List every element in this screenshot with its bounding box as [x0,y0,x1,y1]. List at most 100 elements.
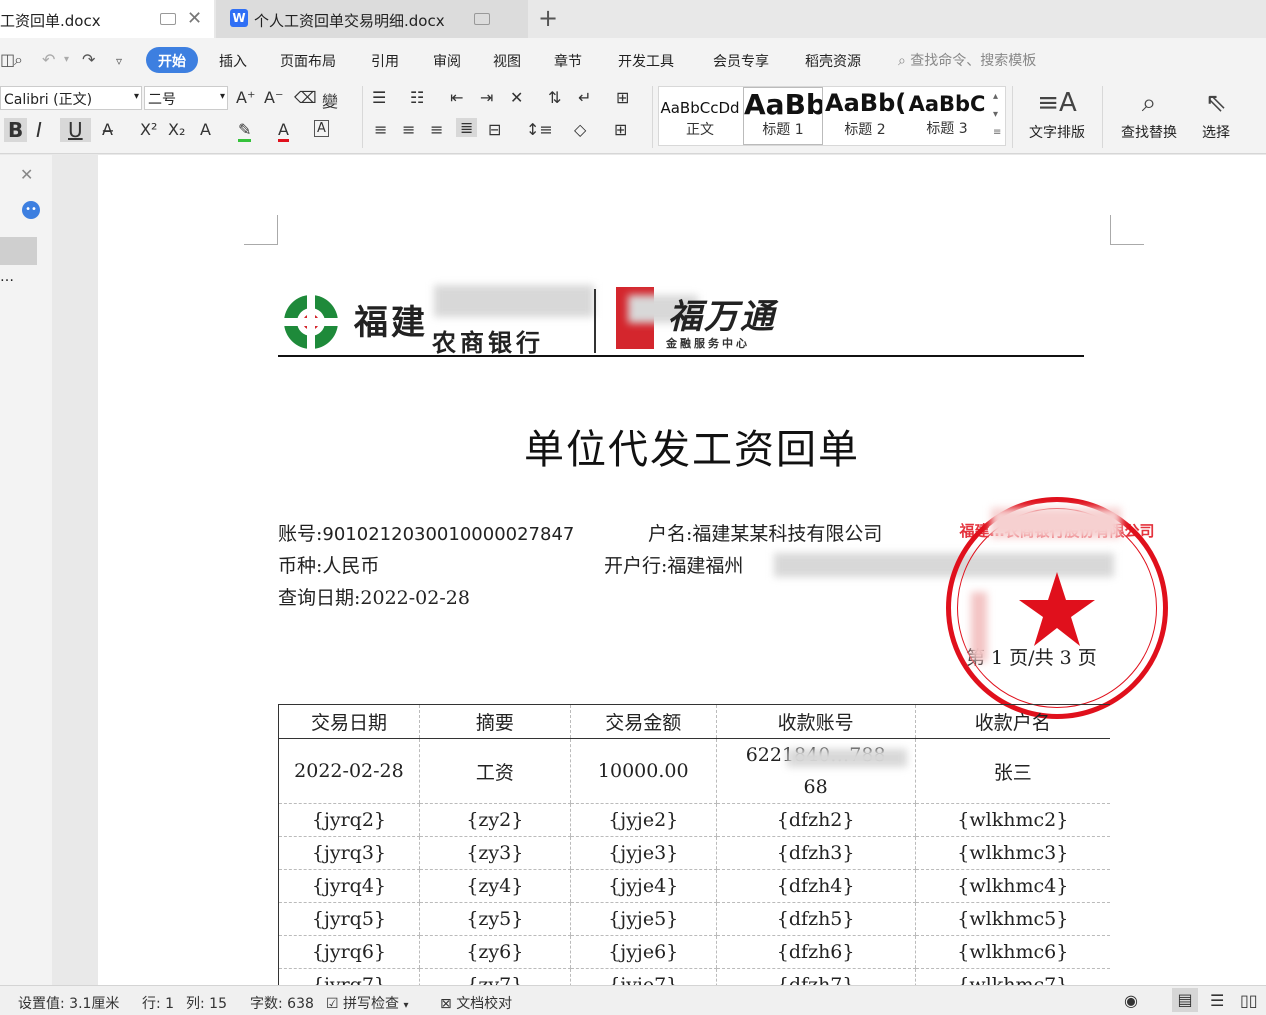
strikethrough-icon[interactable]: A̶ [102,120,113,139]
tab-salary-receipt[interactable]: 工资回单.docx ✕ [0,0,214,38]
italic-icon[interactable]: I [36,118,42,142]
monitor-icon[interactable] [474,13,490,25]
page-view-icon[interactable]: ▤ [1172,988,1198,1012]
menu-member[interactable]: 会员专享 [713,51,769,71]
company-seal: 福建…农商银行股份有限公司 [946,497,1168,719]
customize-qa-icon[interactable]: ▿ [116,54,122,68]
menu-developer[interactable]: 开发工具 [618,51,674,71]
justify-icon[interactable]: ≣ [456,118,478,137]
table-row: {jyrq7} {zy7} {jyje7} {dfzh7} {wlkhmc7} [278,968,1110,985]
numbering-icon[interactable]: ☷ [410,88,424,107]
font-color-icon[interactable]: A [278,120,289,142]
menu-home[interactable]: 开始 [146,47,198,73]
close-tab-icon[interactable]: ✕ [187,8,202,29]
underline-icon[interactable]: U [60,118,91,142]
ribbon: Calibri (正文) ▾ 二号 ▾ A⁺ A⁻ ⌫ 變 B I U A̶ X… [0,82,1266,154]
bold-icon[interactable]: B [4,118,28,142]
close-pane-icon[interactable]: ✕ [20,165,33,184]
distribute-icon[interactable]: ⊟ [488,120,501,139]
chinese-layout-icon[interactable]: ✕ [510,88,523,107]
style-heading-1[interactable]: AaBb 标题 1 [743,87,823,145]
nav-selected-item[interactable] [0,237,37,265]
print-preview-icon[interactable]: ◫ [0,50,15,69]
clear-format-icon[interactable]: ⌫ [294,88,317,107]
decrease-indent-icon[interactable]: ⇤ [450,88,463,107]
align-center-icon[interactable]: ≡ [402,120,415,139]
text-layout-icon: ≡A [1037,88,1077,118]
menu-docer[interactable]: 稻壳资源 [805,51,861,71]
tab-stops-icon[interactable]: ⊞ [616,88,629,107]
line-spacing-icon[interactable]: ↕≡ [526,120,553,139]
pane-toggle-icon[interactable]: •• [22,201,40,219]
phonetic-guide-icon[interactable]: 變 [322,88,338,112]
find-replace-button[interactable]: ⌕ 查找替换 [1112,88,1186,142]
font-size-select[interactable]: 二号 ▾ [144,86,228,110]
wps-writer-icon: W [230,9,248,27]
chevron-down-icon[interactable]: ▾ [64,54,69,65]
cell-amount: {jyje7} [569,968,717,985]
style-sample: AaBbC [908,92,986,116]
cell-account: {dfzh3} [715,836,916,870]
style-expand-icon[interactable]: ≡ [993,127,1001,138]
menu-page-layout[interactable]: 页面布局 [280,51,336,71]
superscript-icon[interactable]: X² [140,120,157,139]
align-left-icon[interactable]: ≡ [374,120,387,139]
text-layout-button[interactable]: ≡A 文字排版 [1020,88,1094,142]
style-sample: AaBb [744,88,822,121]
menu-references[interactable]: 引用 [371,51,399,71]
borders-icon[interactable]: ⊞ [614,120,627,139]
select-button[interactable]: ⇖ 选择 [1192,88,1240,142]
font-name-select[interactable]: Calibri (正文) ▾ [0,86,142,110]
style-normal[interactable]: AaBbCcDd 正文 [659,87,741,145]
column-header: 摘要 [418,704,571,739]
bank-logo-icon [278,291,344,353]
tab-personal-salary-detail[interactable]: W 个人工资回单交易明细.docx [216,0,528,38]
style-name: 标题 3 [926,121,968,137]
currency-label: 币种: [278,555,323,577]
sort-icon[interactable]: ⇅ [548,88,561,107]
undo-icon[interactable]: ↶ [42,50,55,69]
char-border-icon[interactable]: A [314,120,329,137]
shrink-font-icon[interactable]: A⁻ [264,88,283,107]
currency-line: 币种:人民币 [278,551,379,578]
cell-summary: {zy6} [418,935,571,969]
style-scroll-up-icon[interactable]: ▴ [993,91,998,102]
reading-view-icon[interactable]: ▯▯ [1240,991,1258,1010]
status-word-count[interactable]: 字数: 638 [250,993,314,1013]
select-label: 选择 [1202,125,1230,141]
highlight-icon[interactable]: ✎ [238,120,252,142]
nav-item-truncated[interactable]: … [0,269,14,285]
new-tab-icon[interactable]: + [538,4,558,32]
account-value: 901021203001000002784 [322,524,563,545]
menu-view[interactable]: 视图 [493,51,521,71]
style-scroll-down-icon[interactable]: ▾ [993,109,998,120]
menu-review[interactable]: 审阅 [433,51,461,71]
style-heading-3[interactable]: AaBbC 标题 3 [907,87,987,145]
proofread-label: 文档校对 [456,996,513,1012]
shading-icon[interactable]: ◇ [574,120,586,139]
style-heading-2[interactable]: AaBb( 标题 2 [825,87,905,145]
cell-account: {dfzh2} [715,803,916,837]
document-page[interactable]: 福建 农商银行 福万通 金融服务中心 单位代发工资回单 账号:901021203… [98,155,1266,985]
subscript-icon[interactable]: X₂ [168,120,185,139]
status-setting[interactable]: 设置值: 3.1厘米 [18,993,119,1013]
command-search[interactable]: ⌕ 查找命令、搜索模板 [898,50,1036,70]
bullets-icon[interactable]: ☰ [372,88,386,107]
increase-indent-icon[interactable]: ⇥ [480,88,493,107]
search-preview-icon[interactable]: ⌕ [14,50,23,70]
star-icon [1019,572,1095,646]
eye-protection-icon[interactable]: ◉ [1124,991,1138,1010]
cell-name: {wlkhmc2} [914,803,1110,837]
grow-font-icon[interactable]: A⁺ [236,88,255,107]
spellcheck-button[interactable]: ☑ 拼写检查 ▾ [326,993,409,1013]
monitor-icon[interactable] [160,13,176,25]
redo-icon[interactable]: ↷ [82,50,95,69]
align-right-icon[interactable]: ≡ [430,120,443,139]
outline-view-icon[interactable]: ☰ [1210,991,1224,1010]
style-name: 正文 [686,122,714,138]
menu-section[interactable]: 章节 [554,51,582,71]
menu-insert[interactable]: 插入 [219,51,247,71]
proofread-button[interactable]: ⊠ 文档校对 [440,993,512,1013]
text-effect-icon[interactable]: A [200,120,211,139]
show-marks-icon[interactable]: ↵ [578,88,591,107]
